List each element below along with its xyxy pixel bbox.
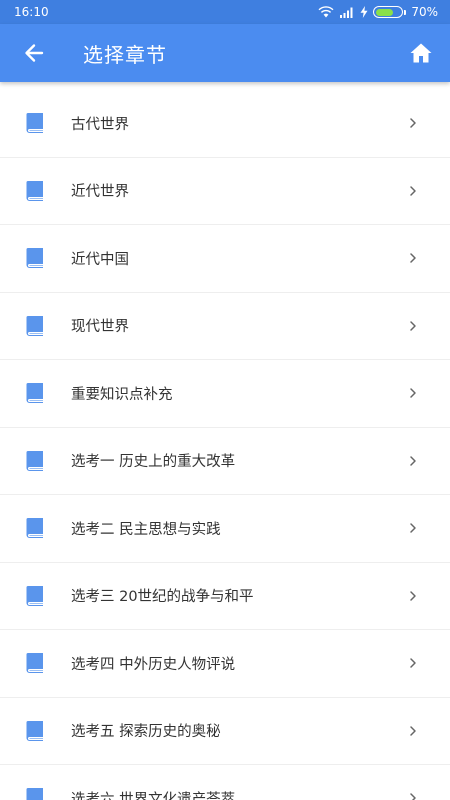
arrow-left-icon (25, 44, 44, 62)
chevron-right-icon (408, 589, 418, 603)
book-icon (24, 517, 46, 539)
signal-icon (339, 6, 355, 18)
chevron-right-icon (408, 386, 418, 400)
chevron-right-icon (408, 521, 418, 535)
chevron-right-icon (408, 656, 418, 670)
chevron-right-icon (408, 319, 418, 333)
chapter-label: 现代世界 (71, 319, 129, 336)
chapter-item[interactable]: 选考六 世界文化遗产荟萃 (0, 765, 450, 800)
chapter-item[interactable]: 近代世界 (0, 158, 450, 225)
chapter-item[interactable]: 选考二 民主思想与实践 (0, 495, 450, 563)
battery-percent: 70% (411, 5, 438, 19)
wifi-icon (318, 6, 334, 18)
chapter-item[interactable]: 选考四 中外历史人物评说 (0, 630, 450, 698)
chapter-label: 选考六 世界文化遗产荟萃 (71, 791, 236, 800)
chapter-label: 选考一 历史上的重大改革 (71, 454, 236, 471)
battery-icon (373, 6, 407, 18)
chapter-label: 选考五 探索历史的奥秘 (71, 724, 221, 741)
home-button[interactable] (406, 38, 436, 68)
chapter-label: 选考四 中外历史人物评说 (71, 656, 236, 673)
battery-fill (375, 8, 394, 16)
book-icon (24, 180, 46, 202)
status-icons: 70% (318, 5, 438, 19)
chapter-label: 近代中国 (71, 251, 129, 268)
chapter-item[interactable]: 近代中国 (0, 225, 450, 293)
book-icon (24, 450, 46, 472)
chapter-label: 近代世界 (71, 184, 129, 201)
page-title: 选择章节 (83, 42, 167, 67)
status-bar: 16:10 70% (0, 0, 450, 24)
book-icon (24, 112, 46, 134)
chapter-label: 重要知识点补充 (71, 386, 173, 403)
book-icon (24, 585, 46, 607)
chapter-label: 古代世界 (71, 116, 129, 133)
chapter-item[interactable]: 现代世界 (0, 293, 450, 360)
chevron-right-icon (408, 184, 418, 198)
chapter-item[interactable]: 重要知识点补充 (0, 360, 450, 428)
app-bar: 选择章节 (0, 24, 450, 82)
chapter-label: 选考三 20世纪的战争与和平 (71, 589, 254, 606)
book-icon (24, 787, 46, 800)
book-icon (24, 652, 46, 674)
chapter-list: 古代世界 近代世界 近代中国 现代世界 重要知识点补充 选考一 历史上的重大改革… (0, 90, 450, 800)
chapter-label: 选考二 民主思想与实践 (71, 521, 221, 538)
charging-icon (360, 6, 368, 18)
book-icon (24, 720, 46, 742)
chapter-item[interactable]: 古代世界 (0, 90, 450, 158)
phone-screen: 16:10 70% 选择章节 古代世界 近代世界 近代中国 现代世界 重要知识点… (0, 0, 450, 800)
book-icon (24, 382, 46, 404)
home-icon (410, 43, 432, 63)
status-time: 16:10 (14, 5, 49, 19)
book-icon (24, 315, 46, 337)
chevron-right-icon (408, 251, 418, 265)
chapter-item[interactable]: 选考五 探索历史的奥秘 (0, 698, 450, 765)
chevron-right-icon (408, 116, 418, 130)
chevron-right-icon (408, 454, 418, 468)
chapter-item[interactable]: 选考三 20世纪的战争与和平 (0, 563, 450, 630)
chapter-item[interactable]: 选考一 历史上的重大改革 (0, 428, 450, 495)
back-button[interactable] (20, 39, 48, 67)
chevron-right-icon (408, 791, 418, 800)
book-icon (24, 247, 46, 269)
chevron-right-icon (408, 724, 418, 738)
